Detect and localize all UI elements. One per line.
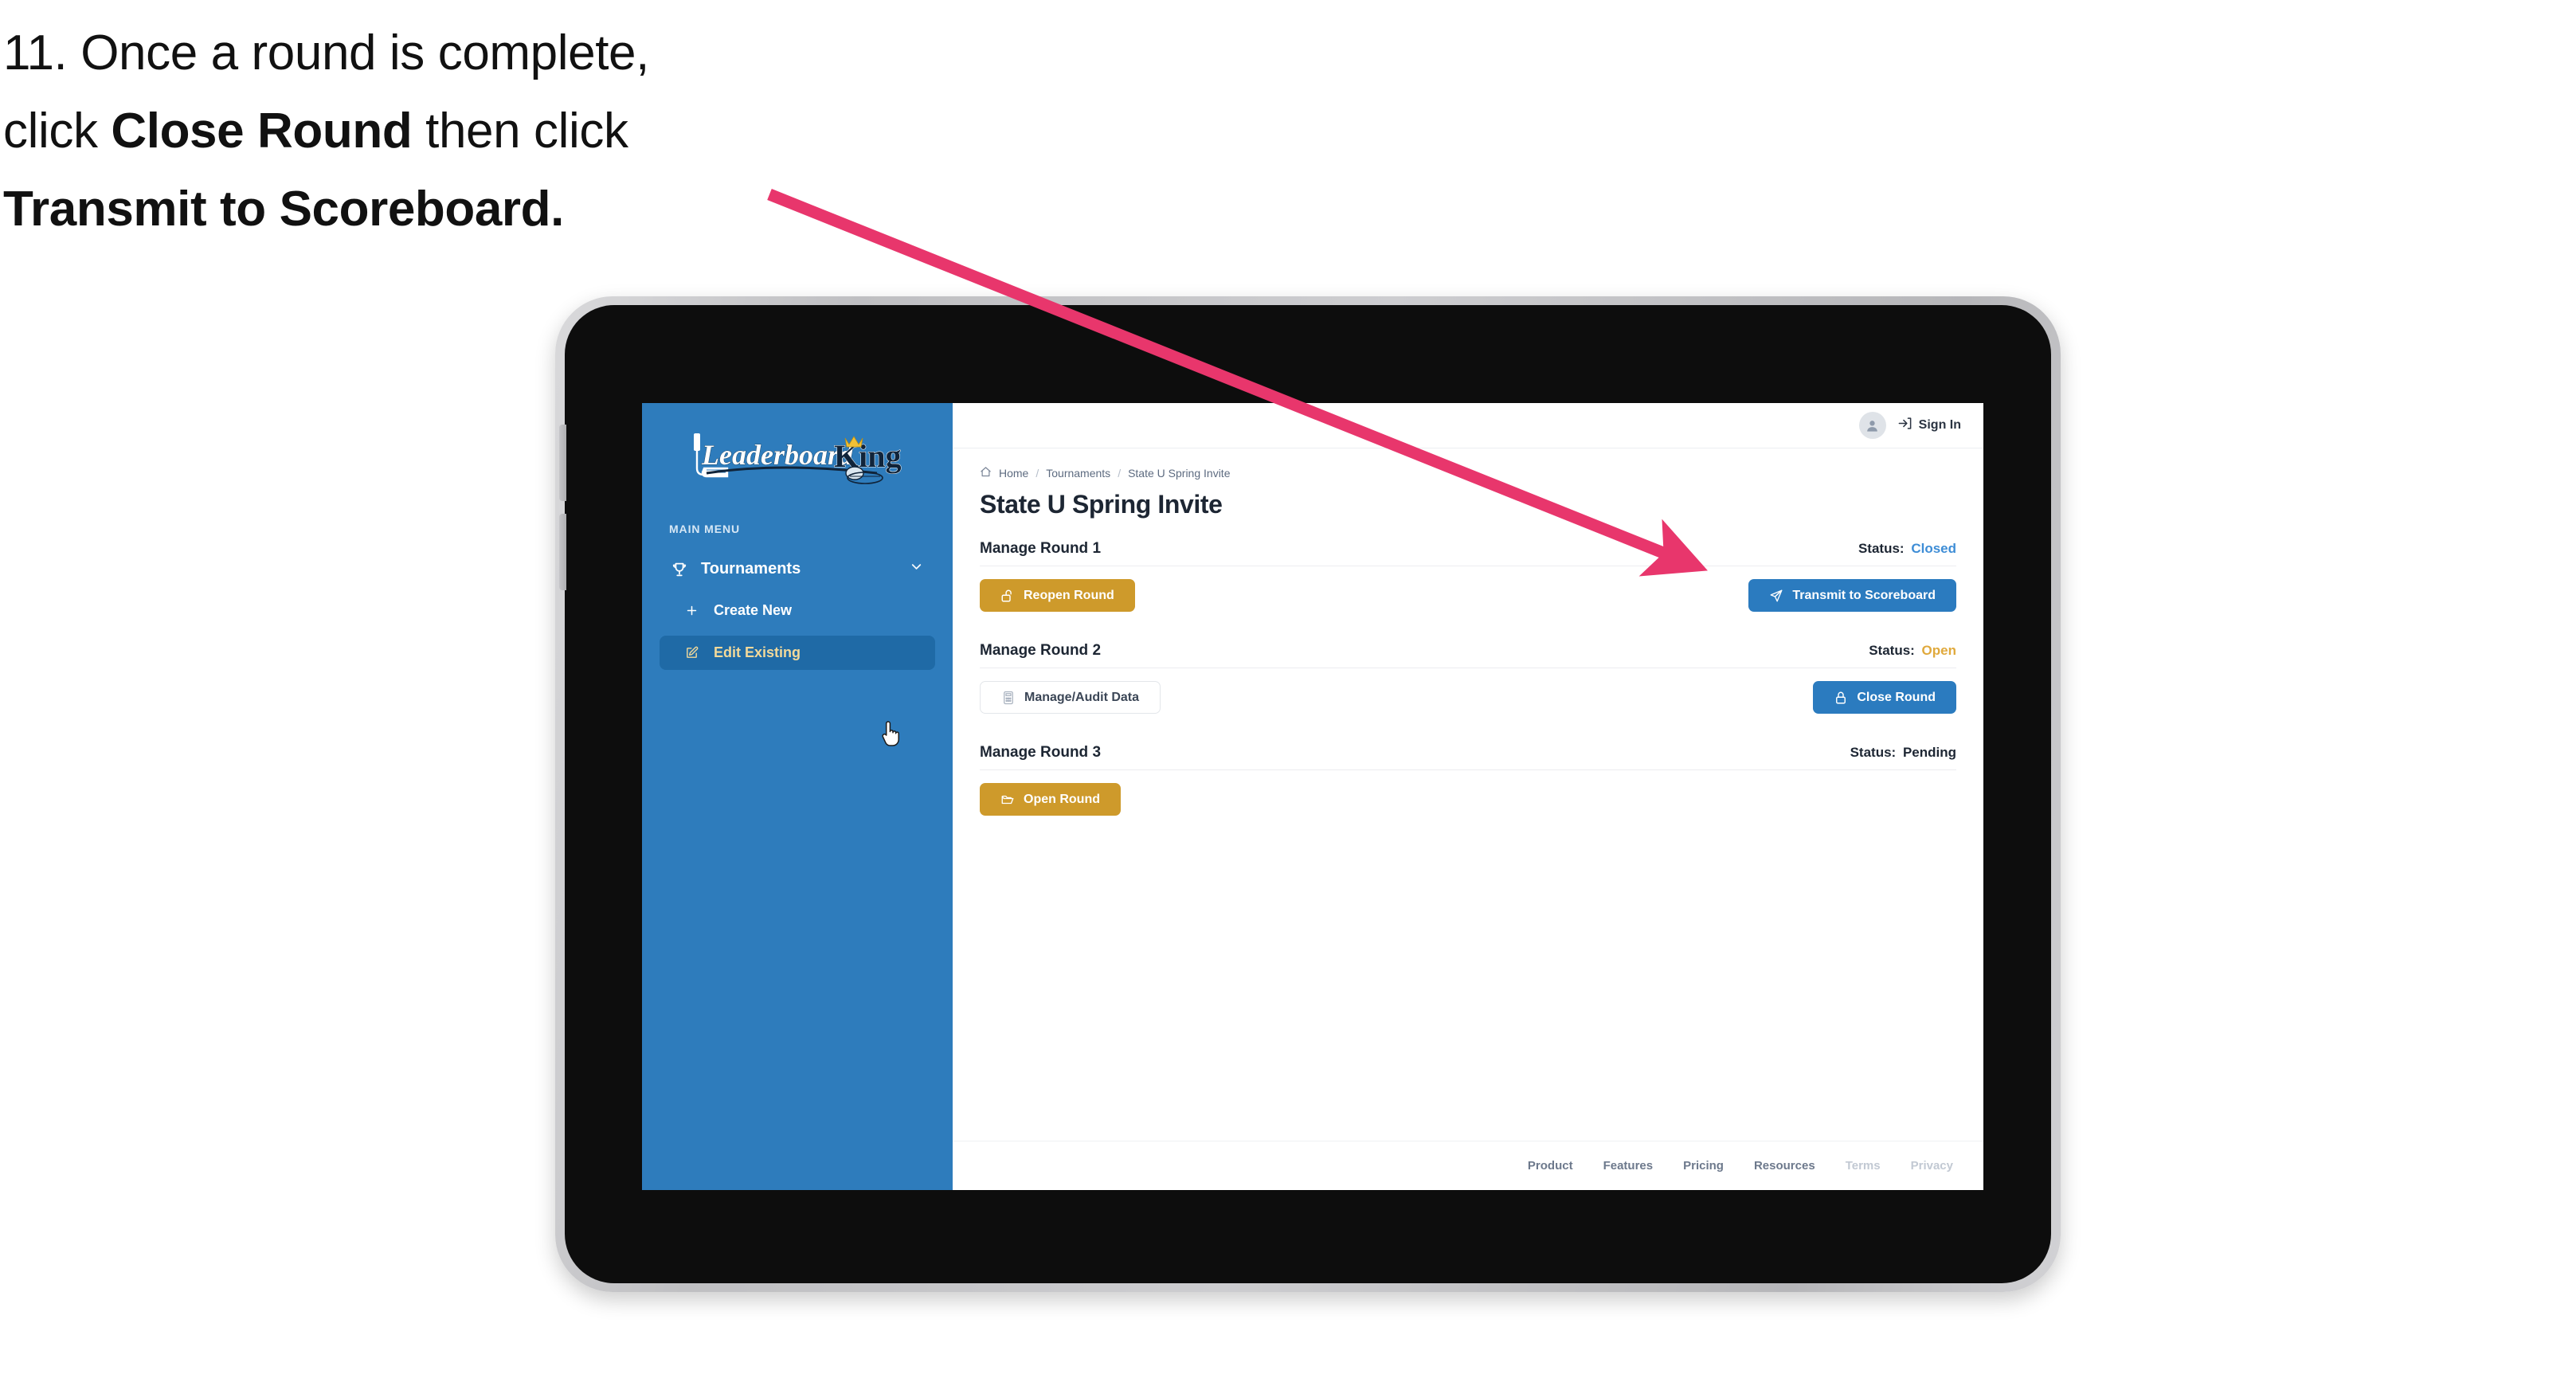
caption-line-3-bold: Transmit to Scoreboard. [3, 181, 564, 237]
sign-in-button[interactable]: Sign In [1897, 416, 1961, 435]
round-2-header: Manage Round 2 Status: Open [980, 642, 1956, 668]
round-3-title: Manage Round 3 [980, 744, 1102, 761]
trophy-icon [671, 561, 695, 578]
sidebar-section-label: MAIN MENU [669, 523, 740, 535]
volume-down-button[interactable] [559, 514, 566, 590]
sidebar-item-create-new-label: Create New [714, 602, 793, 618]
caption-line-2-pre: click [3, 103, 112, 159]
round-2-status-value: Open [1917, 643, 1956, 658]
round-3-status: Status: Pending [1850, 745, 1956, 761]
round-3-header: Manage Round 3 Status: Pending [980, 744, 1956, 770]
footer-link-product[interactable]: Product [1528, 1159, 1573, 1173]
sidebar: Leaderboard King MAIN MENU Tournaments C… [642, 403, 953, 1190]
round-block-2: Manage Round 2 Status: Open Manage/Audit… [980, 642, 1956, 714]
round-1-status-value: Closed [1907, 541, 1956, 556]
main-content: Sign In Home / Tournaments / State U Spr… [953, 403, 1983, 1190]
round-1-status-label: Status: [1858, 541, 1905, 556]
caption-line-1: 11. Once a round is complete, [3, 14, 895, 92]
breadcrumb-item-home[interactable]: Home [999, 467, 1028, 480]
sidebar-group-tournaments[interactable]: Tournaments [660, 553, 935, 585]
sidebar-group-label: Tournaments [701, 560, 801, 578]
breadcrumb-item-current[interactable]: State U Spring Invite [1128, 467, 1230, 480]
round-1-title: Manage Round 1 [980, 540, 1102, 557]
caption-line-2-bold: Close Round [111, 103, 413, 159]
volume-up-button[interactable] [559, 425, 566, 501]
screenshot-root: 11. Once a round is complete, click Clos… [0, 0, 2576, 1386]
footer-link-terms[interactable]: Terms [1846, 1159, 1881, 1173]
close-round-label: Close Round [1857, 690, 1936, 704]
chevron-down-icon[interactable] [909, 559, 924, 579]
instruction-caption: 11. Once a round is complete, click Clos… [3, 14, 895, 249]
tablet-device: Leaderboard King MAIN MENU Tournaments C… [555, 296, 2061, 1292]
svg-text:Leaderboard: Leaderboard [701, 439, 854, 471]
round-2-actions: Manage/Audit Data Close Round [980, 681, 1956, 714]
manage-audit-data-button[interactable]: Manage/Audit Data [980, 681, 1161, 714]
sidebar-item-edit-existing-label: Edit Existing [714, 644, 801, 660]
plus-icon [685, 604, 709, 617]
reopen-round-button[interactable]: Reopen Round [980, 579, 1135, 612]
breadcrumb-separator: / [1118, 467, 1122, 480]
round-3-actions: Open Round [980, 783, 1956, 816]
breadcrumb-separator: / [1035, 467, 1039, 480]
edit-icon [685, 646, 709, 660]
leaderboardking-logo: Leaderboard King [642, 427, 953, 489]
footer-link-privacy[interactable]: Privacy [1911, 1159, 1953, 1173]
round-2-status: Status: Open [1869, 643, 1956, 659]
login-arrow-icon [1897, 416, 1912, 435]
open-round-label: Open Round [1024, 792, 1100, 806]
round-1-header: Manage Round 1 Status: Closed [980, 540, 1956, 566]
unlock-icon [1000, 589, 1015, 603]
page-title: State U Spring Invite [980, 490, 1223, 519]
lock-icon [1834, 691, 1848, 705]
reopen-round-label: Reopen Round [1024, 588, 1114, 602]
footer-link-resources[interactable]: Resources [1754, 1159, 1815, 1173]
footer-links: Product Features Pricing Resources Terms… [953, 1141, 1983, 1190]
caption-line-2-post: then click [412, 103, 628, 159]
sign-in-label: Sign In [1918, 418, 1961, 432]
svg-text:King: King [834, 438, 901, 474]
user-avatar-icon[interactable] [1858, 412, 1886, 439]
open-round-button[interactable]: Open Round [980, 783, 1121, 816]
round-3-status-label: Status: [1850, 745, 1897, 760]
top-bar: Sign In [953, 403, 1983, 448]
tablet-screen: Leaderboard King MAIN MENU Tournaments C… [642, 403, 1983, 1190]
round-2-title: Manage Round 2 [980, 642, 1102, 659]
mouse-cursor-pointer [881, 720, 905, 749]
round-block-3: Manage Round 3 Status: Pending Open Roun… [980, 744, 1956, 816]
transmit-to-scoreboard-label: Transmit to Scoreboard [1792, 588, 1936, 602]
caption-line-2: click Close Round then click [3, 92, 895, 170]
round-2-status-label: Status: [1869, 643, 1915, 658]
close-round-button[interactable]: Close Round [1813, 681, 1956, 714]
transmit-to-scoreboard-button[interactable]: Transmit to Scoreboard [1748, 579, 1956, 612]
round-1-actions: Reopen Round Transmit to Scoreboard [980, 579, 1956, 612]
home-icon[interactable] [980, 466, 992, 480]
breadcrumb: Home / Tournaments / State U Spring Invi… [980, 466, 1956, 480]
page-body: Home / Tournaments / State U Spring Invi… [953, 448, 1983, 846]
folder-open-icon [1000, 793, 1015, 807]
sidebar-item-create-new[interactable]: Create New [660, 593, 935, 628]
caption-line-1-text: 11. Once a round is complete, [3, 25, 649, 80]
round-block-1: Manage Round 1 Status: Closed Reopen Rou… [980, 540, 1956, 612]
sidebar-item-edit-existing[interactable]: Edit Existing [660, 636, 935, 670]
caption-line-3: Transmit to Scoreboard. [3, 170, 895, 249]
tablet-bezel: Leaderboard King MAIN MENU Tournaments C… [559, 305, 2051, 1283]
round-1-status: Status: Closed [1858, 541, 1956, 557]
footer-link-pricing[interactable]: Pricing [1683, 1159, 1724, 1173]
breadcrumb-item-tournaments[interactable]: Tournaments [1046, 467, 1110, 480]
calculator-icon [1001, 691, 1016, 705]
manage-audit-data-label: Manage/Audit Data [1024, 690, 1140, 704]
round-3-status-value: Pending [1899, 745, 1956, 760]
footer-link-features[interactable]: Features [1603, 1159, 1654, 1173]
paper-plane-icon [1769, 589, 1783, 603]
